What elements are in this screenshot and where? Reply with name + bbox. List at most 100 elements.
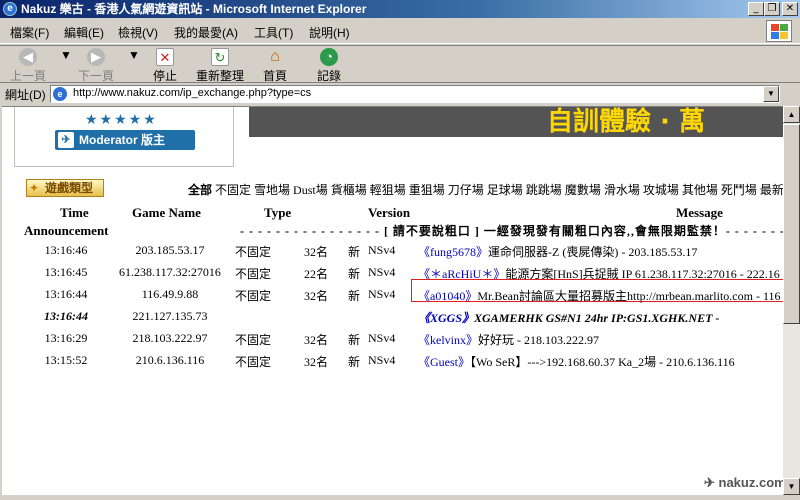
vertical-scrollbar[interactable]: ▲ ▼ [783,106,800,495]
row-ip[interactable]: 61.238.117.32:27016 [112,265,228,280]
row-nick[interactable]: 《XGGS》 [418,311,474,325]
row-message-text: 運命伺服器-Z (喪屍傳染) - 203.185.53.17 [488,245,698,259]
header-game-name: Game Name [132,205,201,220]
row-ip[interactable]: 218.103.222.97 [112,331,228,346]
game-type-label: 遊戲類型 [45,181,94,195]
row-ip[interactable]: 116.49.9.88 [112,287,228,302]
menu-file[interactable]: 檔案(F) [10,24,49,41]
toolbar: ◀ 上一頁 ▼ ▶ 下一頁 ▼ ✕ 停止 ↻ 重新整理 ⌂ 首頁 ◔ 記錄 [0,45,800,83]
minimize-button[interactable]: _ [748,2,764,16]
filter-item[interactable]: 重狙場 [409,183,445,197]
windows-logo-icon [766,20,792,42]
row-version: NSv4 [368,353,396,367]
announcement-text: - - - - - - - - - - - - - - - - [ 請不要說粗口… [240,224,783,238]
refresh-button[interactable]: ↻ 重新整理 [192,48,248,84]
gamepad-icon: ✦ [29,181,40,195]
scroll-thumb[interactable] [783,124,800,324]
row-time: 13:16:46 [44,243,88,257]
maximize-button[interactable]: ❐ [764,2,780,16]
window-title: Nakuz 樂古 - 香港人氣網遊資訊站 - Microsoft Interne… [21,2,367,16]
forward-button[interactable]: ▶ 下一頁 [76,48,116,84]
row-new: 新 [348,333,361,347]
menu-favorites[interactable]: 我的最愛(A) [174,24,238,41]
filter-item[interactable]: 滑水場 [604,183,640,197]
address-url[interactable]: http://www.nakuz.com/ip_exchange.php?typ… [73,87,311,99]
filter-item[interactable]: 不固定 [215,183,251,197]
header-type: Type [264,205,292,220]
scroll-up-icon[interactable]: ▲ [783,106,800,123]
row-time: 13:16:45 [44,265,88,279]
history-label: 記錄 [316,69,341,83]
moderator-badge[interactable]: ✈ Moderator 版主 [55,130,195,150]
menu-help[interactable]: 說明(H) [309,24,350,41]
home-icon: ⌂ [270,48,280,65]
row-nick[interactable]: 《kelvinx》 [418,333,478,347]
filter-item[interactable]: 貨櫃場 [331,183,367,197]
address-dropdown-icon[interactable]: ▼ [763,86,779,102]
header-announcement: Announcement [24,223,109,238]
ad-banner[interactable]: 自訓體驗 · 萬 [249,107,783,137]
history-icon: ◔ [320,48,338,66]
row-nick[interactable]: 《Guest》 [418,355,470,369]
moderator-label: Moderator 版主 [79,133,166,147]
row-nick[interactable]: 《fung5678》 [418,245,488,259]
row-type: 不固定 [235,333,272,347]
row-message: 《kelvinx》好好玩 - 218.103.222.97 [418,331,599,348]
table-row[interactable]: 13:16:46 203.185.53.17 不固定 32名 新 NSv4 《f… [2,243,783,265]
filter-item[interactable]: 足球場 [487,183,523,197]
category-filter-row: 全部 不固定 雪地場 Dust場 貨櫃場 輕狙場 重狙場 刀仔場 足球場 跳跳場… [188,181,783,198]
menu-tools[interactable]: 工具(T) [254,24,293,41]
filter-item[interactable]: 輕狙場 [370,183,406,197]
forward-label: 下一頁 [77,69,114,83]
stop-icon: ✕ [156,48,174,66]
menu-edit[interactable]: 編輯(E) [64,24,104,41]
back-button[interactable]: ◀ 上一頁 [8,48,48,84]
filter-item[interactable]: 其他場 [682,183,718,197]
filter-item[interactable]: 死鬥場 [721,183,757,197]
row-version: NSv4 [368,331,396,345]
row-new: 新 [348,245,361,259]
stop-button[interactable]: ✕ 停止 [148,48,182,84]
close-button[interactable]: ✕ [782,2,798,16]
menu-view[interactable]: 檢視(V) [118,24,158,41]
row-message: 《XGGS》XGAMERHK GS#N1 24hr IP:GS1.XGHK.NE… [418,309,719,326]
address-label: 網址(D) [5,88,46,102]
highlight-box [411,279,793,302]
row-count: 32名 [304,289,329,303]
row-type: 不固定 [235,355,272,369]
filter-item[interactable]: 魔數場 [565,183,601,197]
scroll-down-icon[interactable]: ▼ [783,478,800,495]
back-arrow-icon: ◀ [19,48,37,66]
row-ip[interactable]: 203.185.53.17 [112,243,228,258]
refresh-label: 重新整理 [195,69,244,83]
row-count: 32名 [304,245,329,259]
home-button[interactable]: ⌂ 首頁 [258,48,292,84]
header-version: Version [368,205,411,220]
table-row[interactable]: 13:16:44 221.127.135.73 《XGGS》XGAMERHK G… [2,309,783,331]
filter-item[interactable]: 雪地場 [254,183,290,197]
browser-window: e Nakuz 樂古 - 香港人氣網遊資訊站 - Microsoft Inter… [0,0,800,500]
table-row[interactable]: 13:16:29 218.103.222.97 不固定 32名 新 NSv4 《… [2,331,783,353]
filter-item[interactable]: Dust場 [293,183,328,197]
table-row[interactable]: 13:15:52 210.6.136.116 不固定 32名 新 NSv4 《G… [2,353,783,375]
row-ip[interactable]: 210.6.136.116 [112,353,228,368]
row-time: 13:16:44 [44,309,88,323]
title-bar: e Nakuz 樂古 - 香港人氣網遊資訊站 - Microsoft Inter… [0,0,800,18]
forward-dropdown-icon[interactable]: ▼ [128,48,140,62]
filter-item[interactable]: 刀仔場 [448,183,484,197]
game-type-title: ✦ 遊戲類型 [26,179,104,197]
row-ip[interactable]: 221.127.135.73 [112,309,228,324]
row-new: 新 [348,289,361,303]
back-dropdown-icon[interactable]: ▼ [60,48,72,62]
row-message-text: 【Wo SeR】--->192.168.60.37 Ka_2場 - 210.6.… [470,355,735,369]
address-input[interactable]: e http://www.nakuz.com/ip_exchange.php?t… [50,85,780,103]
filter-item[interactable]: 攻城場 [643,183,679,197]
row-message: 《Guest》【Wo SeR】--->192.168.60.37 Ka_2場 -… [418,353,735,370]
back-label: 上一頁 [9,69,46,83]
filter-item[interactable]: 跳跳場 [526,183,562,197]
filter-all[interactable]: 全部 [188,183,212,197]
moderator-logo-icon: ✈ [58,132,74,148]
filter-item[interactable]: 最新 [760,183,783,197]
moderator-banner[interactable]: ★★★★★ ✈ Moderator 版主 [14,107,234,167]
history-button[interactable]: ◔ 記錄 [312,48,346,84]
